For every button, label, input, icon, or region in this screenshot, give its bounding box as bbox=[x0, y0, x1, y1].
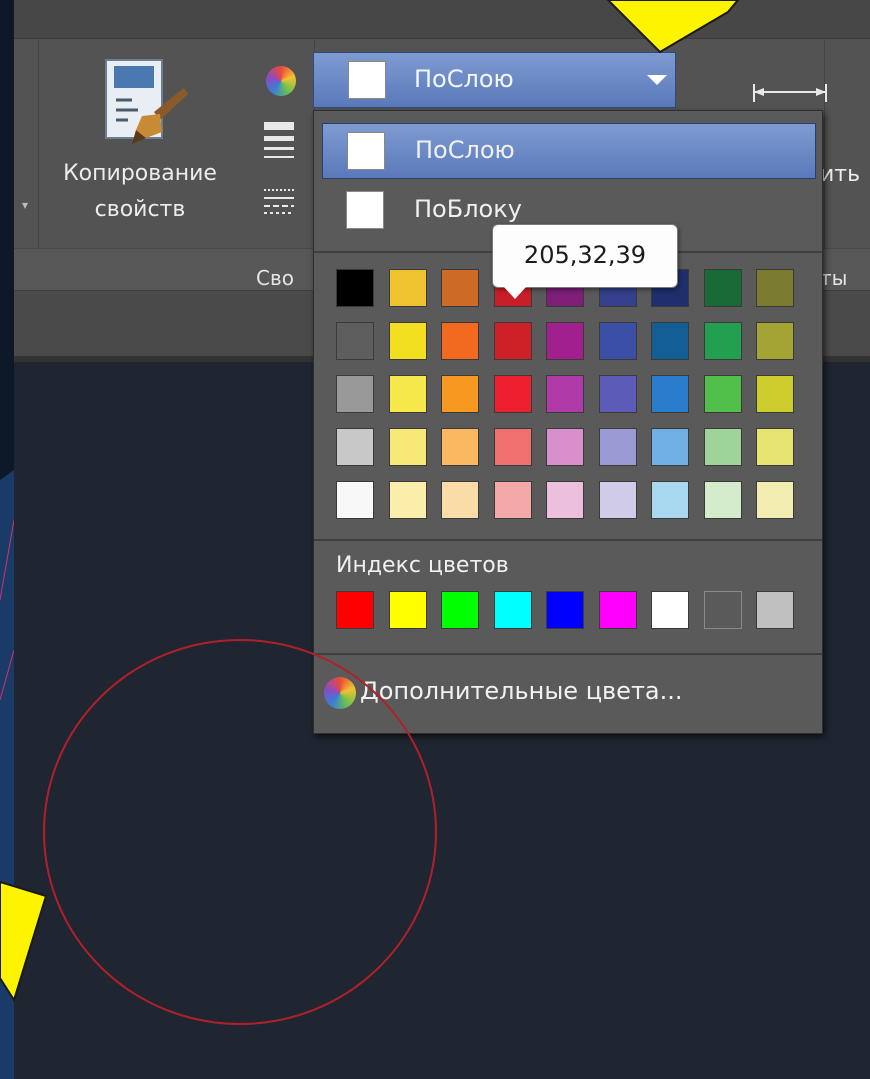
index-color-swatch[interactable] bbox=[546, 591, 584, 629]
copy-properties-button[interactable]: Копирование свойств bbox=[30, 52, 250, 242]
tooltip-pointer bbox=[504, 287, 526, 299]
byblock-swatch bbox=[346, 191, 384, 229]
palette-swatch[interactable] bbox=[703, 375, 742, 413]
index-color-swatch[interactable] bbox=[493, 591, 532, 629]
color-tooltip: 205,32,39 bbox=[492, 224, 678, 288]
palette-swatch[interactable] bbox=[756, 269, 794, 307]
lineweight-icon[interactable] bbox=[264, 120, 294, 166]
palette-swatch[interactable] bbox=[388, 269, 427, 307]
palette-swatch[interactable] bbox=[756, 375, 794, 413]
palette-swatch[interactable] bbox=[546, 375, 584, 413]
index-color-swatch[interactable] bbox=[756, 591, 794, 629]
bylayer-swatch bbox=[347, 132, 385, 170]
more-colors-button[interactable]: Дополнительные цвета... bbox=[324, 673, 804, 713]
linetype-icon[interactable] bbox=[264, 186, 294, 216]
pointer-arrow-icon bbox=[606, 0, 740, 54]
palette-swatch[interactable] bbox=[651, 428, 689, 466]
more-colors-label: Дополнительные цвета... bbox=[360, 677, 683, 705]
color-dropdown-panel: ПоСлою ПоБлоку Индекс цветов Дополнитель… bbox=[313, 110, 823, 734]
palette-swatch[interactable] bbox=[598, 428, 637, 466]
chevron-down-icon[interactable] bbox=[647, 75, 667, 85]
palette-swatch[interactable] bbox=[703, 269, 742, 307]
index-color-swatch[interactable] bbox=[651, 591, 689, 629]
color-wheel-icon bbox=[266, 66, 296, 96]
color-option-label: ПоСлою bbox=[415, 136, 515, 164]
panel-divider bbox=[314, 539, 822, 541]
palette-swatch[interactable] bbox=[441, 375, 479, 413]
palette-swatch[interactable] bbox=[388, 428, 427, 466]
panel-divider bbox=[314, 653, 822, 655]
palette-swatch[interactable] bbox=[598, 481, 637, 519]
color-wheel-icon bbox=[324, 677, 356, 709]
tooltip-text: 205,32,39 bbox=[523, 241, 647, 269]
palette-swatch[interactable] bbox=[493, 481, 532, 519]
selected-color-swatch bbox=[348, 61, 386, 99]
ribbon-group-label-right: ты bbox=[820, 266, 848, 290]
index-colors-label: Индекс цветов bbox=[336, 553, 509, 578]
palette-swatch[interactable] bbox=[756, 322, 794, 360]
palette-swatch[interactable] bbox=[336, 269, 374, 307]
index-color-swatch[interactable] bbox=[598, 591, 637, 629]
palette-swatch[interactable] bbox=[441, 481, 479, 519]
palette-swatch[interactable] bbox=[756, 428, 794, 466]
palette-swatch[interactable] bbox=[598, 322, 637, 360]
palette-swatch[interactable] bbox=[441, 428, 479, 466]
copy-properties-label: Копирование свойств bbox=[63, 161, 217, 222]
palette-swatch[interactable] bbox=[703, 428, 742, 466]
palette-swatch[interactable] bbox=[388, 481, 427, 519]
palette-swatch[interactable] bbox=[336, 428, 374, 466]
palette-swatch[interactable] bbox=[441, 269, 479, 307]
palette-swatch[interactable] bbox=[546, 322, 584, 360]
palette-swatch[interactable] bbox=[703, 481, 742, 519]
palette-swatch[interactable] bbox=[336, 481, 374, 519]
color-dropdown[interactable]: ПоСлою bbox=[313, 52, 676, 108]
match-properties-icon bbox=[105, 59, 188, 144]
ribbon-button-label-right: ить bbox=[820, 162, 861, 187]
palette-swatch[interactable] bbox=[703, 322, 742, 360]
palette-swatch[interactable] bbox=[651, 481, 689, 519]
dimension-icon[interactable] bbox=[744, 78, 836, 108]
palette-swatch[interactable] bbox=[598, 375, 637, 413]
palette-swatch[interactable] bbox=[336, 375, 374, 413]
palette-swatch[interactable] bbox=[336, 322, 374, 360]
chevron-down-icon[interactable]: ▾ bbox=[22, 198, 28, 212]
palette-swatch[interactable] bbox=[493, 375, 532, 413]
palette-swatch[interactable] bbox=[441, 322, 479, 360]
pointer-arrow-icon bbox=[0, 880, 48, 1003]
index-color-swatch[interactable] bbox=[336, 591, 374, 629]
color-option-bylayer[interactable]: ПоСлою bbox=[322, 123, 816, 179]
palette-swatch[interactable] bbox=[388, 322, 427, 360]
palette-swatch[interactable] bbox=[493, 428, 532, 466]
palette-swatch[interactable] bbox=[546, 428, 584, 466]
index-color-swatch[interactable] bbox=[703, 591, 742, 629]
palette-swatch[interactable] bbox=[651, 375, 689, 413]
palette-swatch[interactable] bbox=[651, 322, 689, 360]
palette-swatch[interactable] bbox=[493, 322, 532, 360]
index-color-swatch[interactable] bbox=[441, 591, 479, 629]
properties-group-label: Сво bbox=[256, 266, 294, 290]
color-option-label: ПоБлоку bbox=[414, 195, 522, 223]
palette-swatch[interactable] bbox=[756, 481, 794, 519]
palette-swatch[interactable] bbox=[546, 481, 584, 519]
palette-swatch[interactable] bbox=[388, 375, 427, 413]
index-color-swatch[interactable] bbox=[388, 591, 427, 629]
color-dropdown-value: ПоСлою bbox=[414, 65, 514, 93]
